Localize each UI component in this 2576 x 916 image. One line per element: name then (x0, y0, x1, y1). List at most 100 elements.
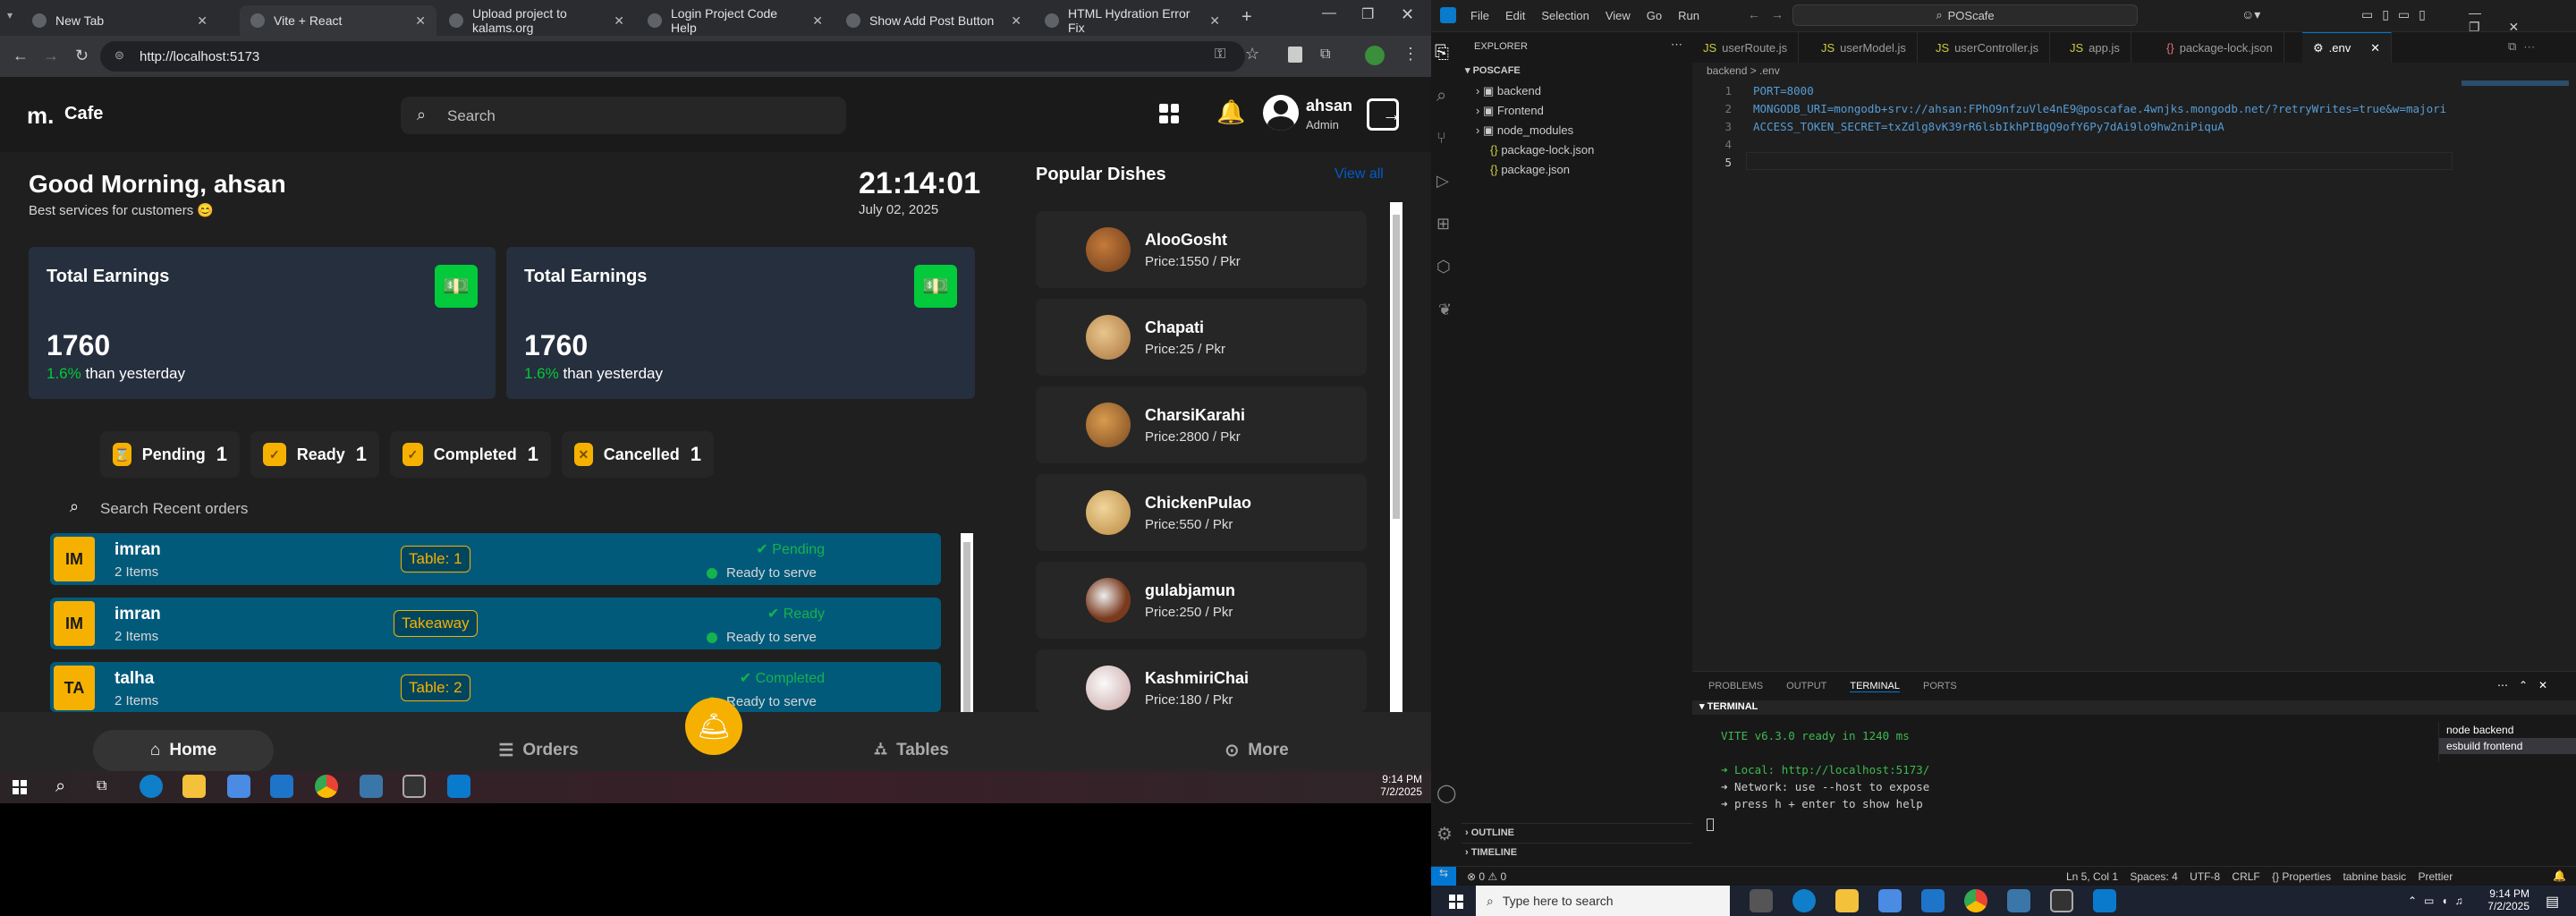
edge-icon[interactable] (1792, 889, 1816, 912)
file-explorer-icon[interactable] (1835, 889, 1859, 912)
status-pill-pending[interactable]: ⌛ Pending 1 (100, 431, 240, 478)
dish-card[interactable]: AlooGosht Price:1550 / Pkr (1036, 211, 1367, 288)
close-icon[interactable]: ✕ (1401, 5, 1414, 24)
tab-userController[interactable]: JS userController.js (1925, 32, 2051, 63)
settings-gear-icon[interactable]: ⚙ (1436, 823, 1453, 845)
terminal-icon[interactable] (2050, 889, 2073, 912)
edge-icon[interactable] (140, 775, 163, 798)
browser-tab[interactable]: HTML Hydration Error Fix ✕ (1034, 5, 1231, 36)
view-all-link[interactable]: View all (1335, 166, 1384, 182)
tree-item-package-json[interactable]: {} package.json (1490, 163, 1570, 176)
panel-tab-terminal[interactable]: TERMINAL (1850, 681, 1900, 692)
menu-item-run[interactable]: Run (1678, 9, 1699, 22)
nav-forward-icon[interactable]: → (1771, 7, 1784, 21)
nav-orders[interactable]: ☰ Orders (472, 730, 605, 771)
run-debug-icon[interactable]: ▷ (1436, 172, 1449, 191)
copilot-icon[interactable]: ☺▾ (2241, 7, 2260, 22)
chrome-icon[interactable] (315, 775, 338, 798)
order-row[interactable]: TA talha 2 Items Table: 2 ✔ Completed Re… (50, 662, 941, 712)
window-controls[interactable]: —❐✕ (2469, 5, 2576, 35)
close-icon[interactable]: ✕ (2370, 41, 2380, 55)
order-row[interactable]: IM imran 2 Items Table: 1 ✔ Pending Read… (50, 533, 941, 585)
menu-item-edit[interactable]: Edit (1505, 9, 1525, 22)
dish-card[interactable]: Chapati Price:25 / Pkr (1036, 299, 1367, 376)
site-info-icon[interactable]: ⊜ (114, 48, 124, 63)
dish-card[interactable]: CharsiKarahi Price:2800 / Pkr (1036, 386, 1367, 463)
close-tab-icon[interactable]: ✕ (197, 13, 208, 29)
terminal-output[interactable]: VITE v6.3.0 ready in 1240 ms ➜ Local: ht… (1721, 729, 1929, 814)
terminal-list-item[interactable]: node backend (2439, 722, 2576, 738)
timeline-section[interactable]: › TIMELINE (1462, 843, 1692, 861)
tree-item-frontend[interactable]: › ▣ Frontend (1476, 104, 1544, 118)
tab-userRoute[interactable]: JS userRoute.js (1692, 32, 1800, 63)
terminal-icon[interactable] (402, 775, 426, 798)
panel-actions[interactable]: ⋯⌃✕ (2497, 679, 2558, 691)
tab-env[interactable]: ⚙ .env ✕ (2302, 32, 2392, 63)
search-icon[interactable]: ⌕ (1436, 86, 1446, 106)
recent-orders-search-input[interactable]: Search Recent orders (100, 500, 248, 518)
menu-item-selection[interactable]: Selection (1541, 9, 1589, 22)
windows-start-icon[interactable] (13, 780, 27, 794)
notification-center-icon[interactable]: ▤ (2546, 893, 2559, 911)
dish-card[interactable]: KashmiriChai Price:180 / Pkr (1036, 649, 1367, 712)
chrome-icon[interactable] (1964, 889, 1987, 912)
close-tab-icon[interactable]: ✕ (1209, 13, 1220, 29)
forward-icon[interactable]: → (43, 47, 59, 65)
close-tab-icon[interactable]: ✕ (415, 13, 426, 29)
layout-controls[interactable]: ▭▯▭▯ (2361, 7, 2435, 22)
tree-item-backend[interactable]: › ▣ backend (1476, 84, 1541, 98)
tree-item-package-lock[interactable]: {} package-lock.json (1490, 143, 1594, 157)
minimap[interactable] (2462, 81, 2569, 86)
editor-actions[interactable]: ⧉⋯ (2508, 39, 2542, 54)
nav-back-icon[interactable]: ← (1748, 7, 1760, 21)
breadcrumb[interactable]: backend > .env (1707, 64, 1780, 77)
nav-tables[interactable]: ⛼ Tables (844, 730, 979, 771)
back-icon[interactable]: ← (13, 47, 29, 65)
code-editor[interactable]: backend > .env 1 2 3 4 5 PORT=8000 MONGO… (1692, 63, 2576, 671)
vscode-icon[interactable] (2093, 889, 2116, 912)
browser-tab[interactable]: Login Project Code Help ✕ (637, 5, 834, 36)
more-actions-icon[interactable]: ⋯ (1671, 38, 1682, 52)
address-bar[interactable]: ⊜ http://localhost:5173 (100, 41, 1245, 72)
explorer-icon[interactable]: ⎘ (1435, 43, 1449, 64)
mail-icon[interactable] (270, 775, 293, 798)
recent-orders-search[interactable]: ⌕ Search Recent orders (50, 492, 953, 524)
store-icon[interactable] (1878, 889, 1902, 912)
status-pill-ready[interactable]: ✓ Ready 1 (250, 431, 379, 478)
workspace-root[interactable]: ▾ POSCAFE (1465, 64, 1521, 76)
menu-item-go[interactable]: Go (1647, 9, 1662, 22)
browser-tab[interactable]: Upload project to kalams.org ✕ (438, 5, 635, 36)
terminal-list-item[interactable]: esbuild frontend (2439, 738, 2576, 754)
new-tab-icon[interactable]: + (1241, 7, 1252, 28)
dish-card[interactable]: ChickenPulao Price:550 / Pkr (1036, 474, 1367, 551)
app-icon[interactable] (2007, 889, 2030, 912)
task-view-icon[interactable] (1750, 889, 1773, 912)
nav-home[interactable]: ⌂ Home (93, 730, 274, 771)
close-tab-icon[interactable]: ✕ (614, 13, 624, 29)
order-row[interactable]: IM imran 2 Items Takeaway ✔ Ready Ready … (50, 598, 941, 649)
tab-package-lock[interactable]: {} package-lock.json (2156, 32, 2284, 63)
user-avatar[interactable] (1263, 95, 1299, 131)
status-pill-cancelled[interactable]: ✕ Cancelled 1 (562, 431, 714, 478)
minimize-icon[interactable]: — (1322, 5, 1336, 21)
extensions-icon[interactable]: ⊞ (1436, 215, 1450, 233)
source-control-icon[interactable]: ⑂ (1436, 129, 1446, 148)
panel-tab-output[interactable]: OUTPUT (1786, 681, 1826, 692)
problems-count[interactable]: ⊗ 0 ⚠ 0 (1467, 870, 1506, 883)
panel-tab-ports[interactable]: PORTS (1923, 681, 1957, 692)
notifications-bell-icon[interactable]: 🔔 (2553, 869, 2566, 882)
search-bar[interactable]: ⌕ Search (401, 97, 846, 134)
tree-item-node-modules[interactable]: › ▣ node_modules (1476, 123, 1573, 138)
extensions-puzzle-icon[interactable]: ⧉ (1320, 47, 1330, 63)
panel-tab-problems[interactable]: PROBLEMS (1708, 681, 1763, 692)
notification-bell-icon[interactable]: 🔔 (1216, 98, 1245, 126)
system-tray-icons[interactable]: ⌃▭◖♫ (2408, 895, 2470, 907)
terminal-section-header[interactable]: ▾ TERMINAL (1692, 700, 2576, 715)
status-pill-completed[interactable]: ✓ Completed 1 (390, 431, 551, 478)
outline-section[interactable]: › OUTLINE (1462, 823, 1692, 842)
file-explorer-icon[interactable] (182, 775, 206, 798)
tab-userModel[interactable]: JS userModel.js (1810, 32, 1918, 63)
command-center[interactable]: ⌕ POScafe (1792, 4, 2138, 26)
orders-scrollbar[interactable] (961, 533, 973, 712)
menu-kebab-icon[interactable]: ⋮ (1402, 45, 1419, 64)
